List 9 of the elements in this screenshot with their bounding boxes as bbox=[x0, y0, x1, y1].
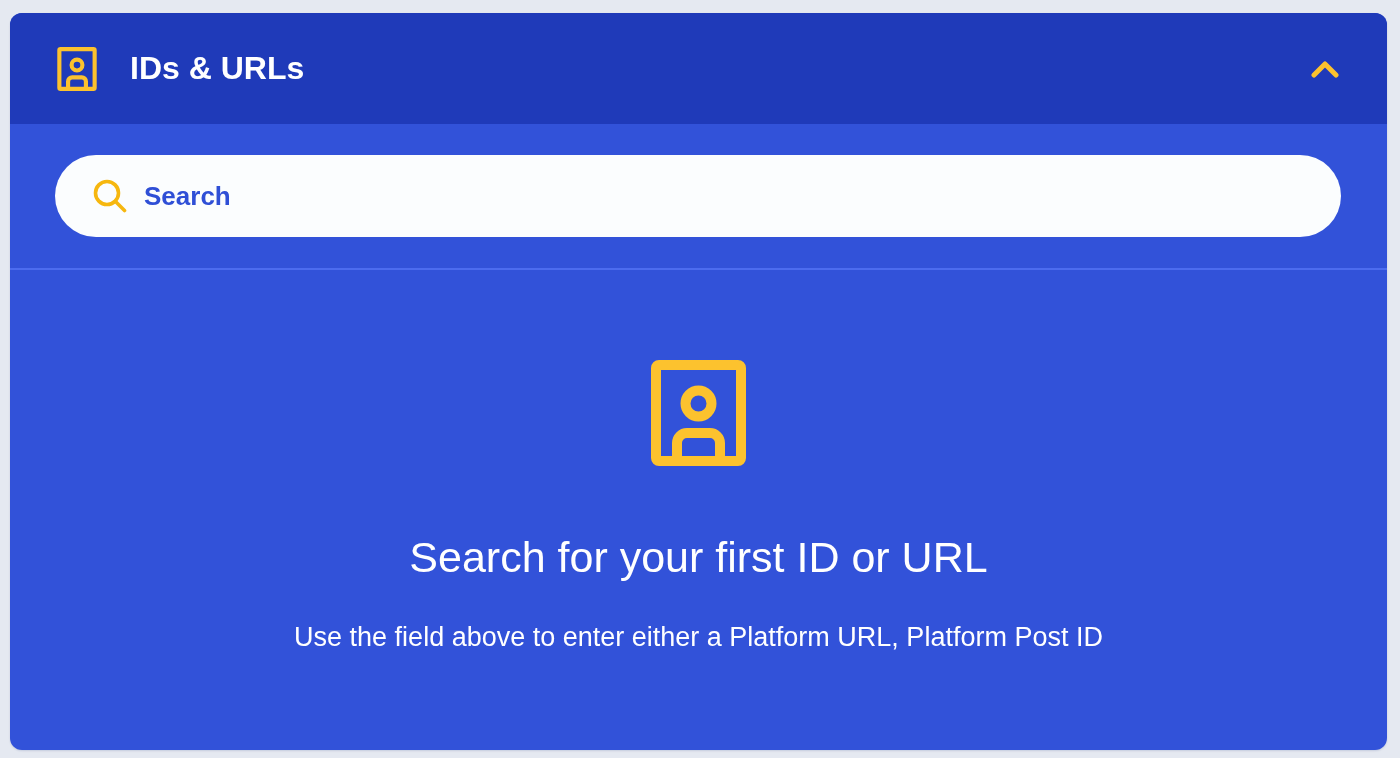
id-card-icon bbox=[651, 360, 746, 466]
empty-state-heading: Search for your first ID or URL bbox=[409, 532, 988, 583]
chevron-up-icon[interactable] bbox=[1311, 59, 1339, 78]
id-card-icon bbox=[57, 46, 97, 91]
search-icon bbox=[93, 179, 127, 213]
panel-title: IDs & URLs bbox=[130, 50, 305, 87]
panel-header[interactable]: IDs & URLs bbox=[10, 13, 1387, 124]
empty-state-description: Use the field above to enter either a Platform URL, Platform Post ID bbox=[294, 620, 1103, 653]
search-field[interactable]: Search bbox=[55, 155, 1341, 237]
